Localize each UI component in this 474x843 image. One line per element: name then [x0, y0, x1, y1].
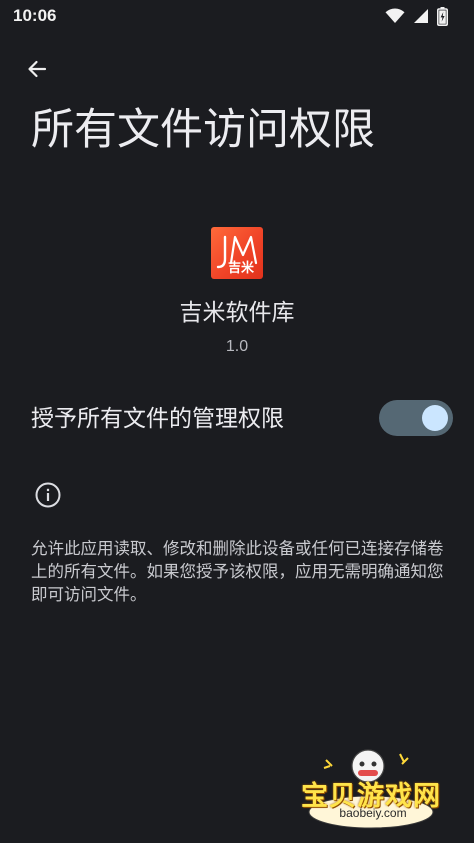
- page-title: 所有文件访问权限: [31, 105, 375, 155]
- watermark-url: baobeiy.com: [339, 806, 407, 820]
- app-name: 吉米软件库: [179, 300, 295, 326]
- screen: 10:06 所有文件访问权限 吉米 吉米软件库 1.0 授予所有文件的管理权限 …: [0, 0, 474, 843]
- app-icon-subtext: 吉米: [228, 260, 255, 276]
- wifi-icon: [385, 8, 405, 23]
- switch-thumb: [422, 405, 448, 431]
- watermark: 宝贝游戏网 baobeiy.com: [296, 746, 446, 836]
- status-time: 10:06: [13, 6, 57, 25]
- app-version: 1.0: [225, 338, 249, 355]
- status-icons: [385, 6, 448, 26]
- status-bar: 10:06: [0, 0, 474, 34]
- permission-description: 允许此应用读取、修改和删除此设备或任何已连接存储卷上的所有文件。如果您授予该权限…: [31, 539, 444, 604]
- battery-icon: [437, 6, 448, 26]
- app-logo-graphic: 吉米: [216, 235, 258, 276]
- info-icon: [35, 482, 61, 508]
- back-button[interactable]: [20, 52, 54, 86]
- signal-icon: [414, 9, 428, 23]
- all-files-access-switch[interactable]: [379, 400, 453, 436]
- permission-label: 授予所有文件的管理权限: [31, 406, 284, 432]
- app-icon: 吉米: [211, 227, 263, 279]
- permission-toggle-row[interactable]: 授予所有文件的管理权限: [0, 390, 474, 448]
- arrow-left-icon: [28, 60, 47, 78]
